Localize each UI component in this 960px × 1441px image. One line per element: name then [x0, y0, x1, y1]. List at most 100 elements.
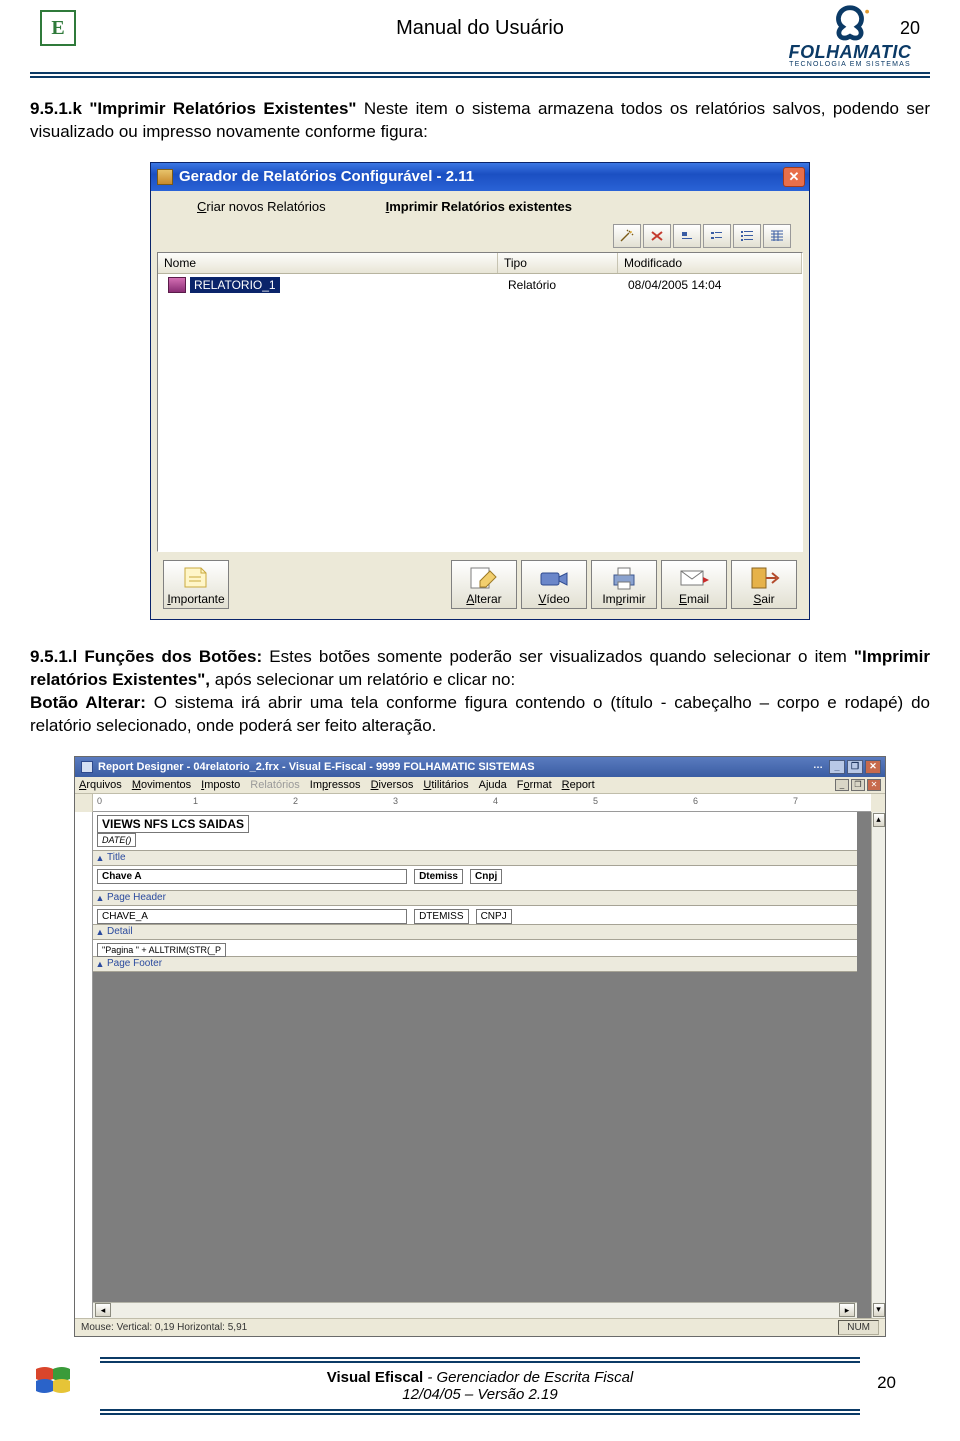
rd-menu-impressos[interactable]: Impressos	[310, 779, 361, 791]
footer-subtitle: - Gerenciador de Escrita Fiscal	[423, 1369, 633, 1386]
note-icon	[179, 564, 213, 592]
report-file-icon	[168, 277, 186, 293]
section-l-text2: após selecionar um relatório e clicar no…	[210, 670, 515, 689]
rd-close-button[interactable]: ✕	[865, 760, 881, 774]
rd-menu-format[interactable]: Format	[517, 779, 552, 791]
list-item-modified: 08/04/2005 14:04	[622, 278, 798, 292]
menu-criar-relatorios[interactable]: Criar novos Relatórios	[197, 199, 326, 214]
rd-minimize-button[interactable]: _	[829, 760, 845, 774]
col-header-modified[interactable]: Modificado	[618, 253, 802, 273]
section-k-heading: 9.5.1.k "Imprimir Relatórios Existentes"	[30, 99, 356, 118]
alterar-button[interactable]: Alterar	[451, 560, 517, 609]
rd-status-numlock: NUM	[838, 1320, 879, 1335]
report-designer-window: Report Designer - 04relatorio_2.frx - Vi…	[74, 756, 886, 1337]
rd-detail-field-chave[interactable]: CHAVE_A	[97, 909, 407, 924]
header-rule	[30, 72, 930, 78]
mail-icon	[677, 564, 711, 592]
rd-horizontal-ruler: 0 1 2 3 4 5 6 7	[93, 794, 871, 812]
printer-icon	[607, 564, 641, 592]
dialog-titlebar: Gerador de Relatórios Configurável - 2.1…	[151, 163, 809, 191]
tool-large-icons[interactable]	[673, 224, 701, 248]
rd-ph-field-cnpj[interactable]: Cnpj	[470, 869, 502, 884]
section-l-paragraph: 9.5.1.l Funções dos Botões: Estes botões…	[30, 646, 930, 738]
rd-menu-utilitarios[interactable]: Utilitários	[423, 779, 468, 791]
rd-ph-field-dtemiss[interactable]: Dtemiss	[414, 869, 463, 884]
rd-titlebar: Report Designer - 04relatorio_2.frx - Vi…	[75, 757, 885, 777]
footer-product-line: Visual Efiscal - Gerenciador de Escrita …	[100, 1369, 860, 1403]
dialog-toolbar	[157, 224, 803, 248]
section-l-heading: 9.5.1.l Funções dos Botões:	[30, 647, 262, 666]
rd-pf-field-pagina[interactable]: "Pagina " + ALLTRIM(STR(_P	[97, 943, 226, 957]
footer-rule-bottom	[100, 1409, 860, 1415]
camera-icon	[537, 564, 571, 592]
rd-detail-field-cnpj[interactable]: CNPJ	[476, 909, 512, 924]
importante-button[interactable]: Importante	[163, 560, 229, 609]
rd-title-field-view[interactable]: VIEWS NFS LCS SAIDAS	[97, 815, 249, 833]
rd-detail-field-dtemiss[interactable]: DTEMISS	[414, 909, 468, 924]
doc-title: Manual do Usuário	[80, 17, 880, 40]
rd-app-icon	[81, 761, 93, 773]
email-button[interactable]: Email	[661, 560, 727, 609]
tool-wand-icon[interactable]	[613, 224, 641, 248]
edit-doc-icon	[467, 564, 501, 592]
rd-status-bar: Mouse: Vertical: 0,19 Horizontal: 5,91 N…	[75, 1318, 885, 1336]
rd-scroll-down[interactable]: ▾	[873, 1303, 885, 1317]
rd-menu-ajuda[interactable]: Ajuda	[479, 779, 507, 791]
tool-delete-icon[interactable]	[643, 224, 671, 248]
section-k-paragraph: 9.5.1.k "Imprimir Relatórios Existentes"…	[30, 98, 930, 144]
rd-empty-canvas	[93, 972, 857, 1302]
windows-flag-icon	[30, 1361, 76, 1401]
menu-imprimir-existentes[interactable]: Imprimir Relatórios existentes	[386, 199, 572, 214]
section-l-bullet-text: O sistema irá abrir uma tela conforme fi…	[30, 693, 930, 735]
dialog-app-icon	[157, 169, 173, 185]
footer-product: Visual Efiscal	[327, 1369, 423, 1386]
footer-line2: 12/04/05 – Versão 2.19	[402, 1386, 557, 1403]
rd-band-page-header[interactable]: ▲Page Header	[93, 890, 857, 906]
brand-block: FOLHAMATIC TECNOLOGIA EM SISTEMAS	[770, 4, 930, 68]
rd-status-mouse: Mouse: Vertical: 0,19 Horizontal: 5,91	[81, 1322, 247, 1333]
rd-horizontal-scrollbar[interactable]: ◂ ▸	[93, 1302, 857, 1318]
page-number-bottom: 20	[877, 1373, 896, 1393]
list-item-name: RELATORIO_1	[190, 277, 280, 293]
rd-vertical-ruler	[75, 812, 93, 1318]
rd-menu-movimentos[interactable]: Movimentos	[132, 779, 191, 791]
rd-ph-field-chave[interactable]: Chave A	[97, 869, 407, 884]
col-header-name[interactable]: Nome	[158, 253, 498, 273]
rd-scroll-right[interactable]: ▸	[839, 1303, 855, 1317]
rd-title-dots: …	[813, 760, 823, 774]
rd-menu-diversos[interactable]: Diversos	[371, 779, 414, 791]
rd-band-title[interactable]: ▲Title	[93, 850, 857, 866]
list-item[interactable]: RELATORIO_1 Relatório 08/04/2005 14:04	[158, 274, 802, 296]
rd-band-page-footer[interactable]: ▲Page Footer	[93, 956, 857, 972]
rd-menu-arquivos[interactable]: Arquivos	[79, 779, 122, 791]
dialog-close-button[interactable]: ✕	[783, 167, 805, 187]
brand-name: FOLHAMATIC	[789, 42, 912, 63]
video-button[interactable]: Vídeo	[521, 560, 587, 609]
rd-menu-imposto[interactable]: Imposto	[201, 779, 240, 791]
rd-menu-report[interactable]: Report	[562, 779, 595, 791]
rd-scroll-left[interactable]: ◂	[95, 1303, 111, 1317]
rd-menu-relatorios[interactable]: Relatórios	[250, 779, 300, 791]
rd-child-close[interactable]: ✕	[867, 779, 881, 791]
rd-restore-button[interactable]: ❐	[847, 760, 863, 774]
list-item-type: Relatório	[502, 278, 622, 292]
col-header-type[interactable]: Tipo	[498, 253, 618, 273]
tool-list-icons[interactable]	[733, 224, 761, 248]
rd-scroll-up[interactable]: ▴	[873, 813, 885, 827]
rd-child-restore[interactable]: ❐	[851, 779, 865, 791]
brand-tagline: TECNOLOGIA EM SISTEMAS	[789, 61, 911, 68]
rd-child-minimize[interactable]: _	[835, 779, 849, 791]
rd-canvas[interactable]: VIEWS NFS LCS SAIDAS DATE() ▲Title Chave…	[93, 812, 857, 1318]
exit-icon	[747, 564, 781, 592]
rd-title-field-date[interactable]: DATE()	[97, 833, 136, 847]
rd-band-detail[interactable]: ▲Detail	[93, 924, 857, 940]
sair-button[interactable]: Sair	[731, 560, 797, 609]
footer-rule-top	[100, 1357, 860, 1363]
imprimir-button[interactable]: Imprimir	[591, 560, 657, 609]
publisher-logo: E	[40, 10, 80, 46]
tool-details-icons[interactable]	[763, 224, 791, 248]
rd-menubar: Arquivos Movimentos Imposto Relatórios I…	[79, 779, 595, 791]
list-header-row: Nome Tipo Modificado	[158, 253, 802, 274]
tool-small-icons[interactable]	[703, 224, 731, 248]
dialog-title: Gerador de Relatórios Configurável - 2.1…	[179, 168, 474, 185]
